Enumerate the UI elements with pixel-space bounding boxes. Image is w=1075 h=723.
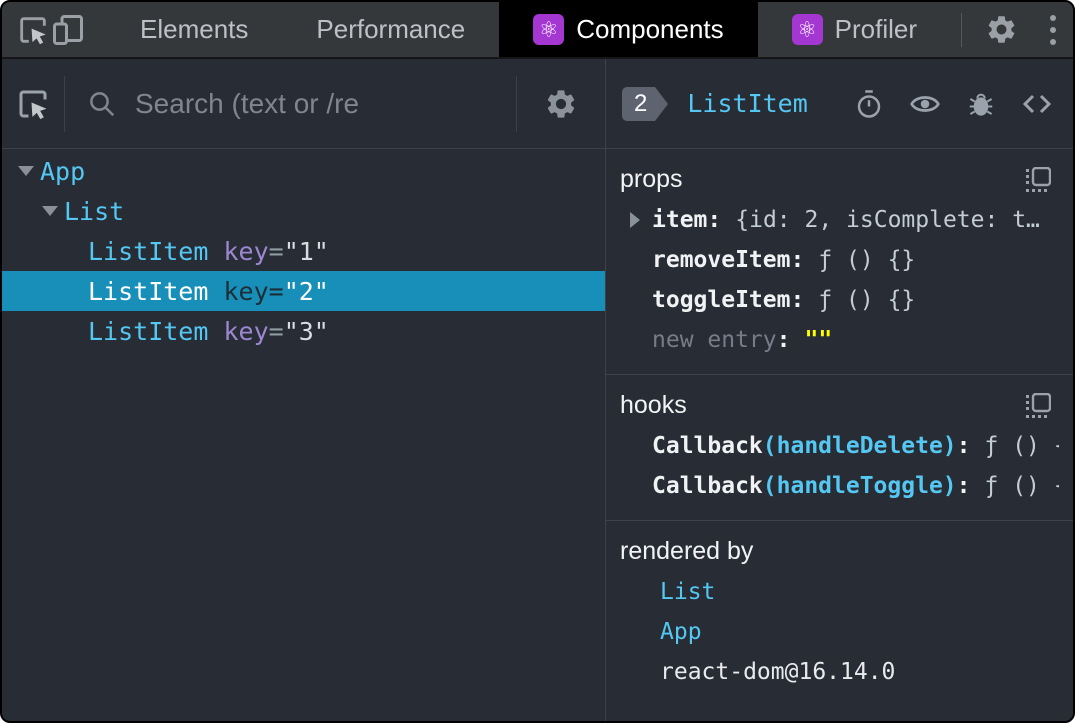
toolbar-separator bbox=[961, 12, 963, 47]
prop-value: ƒ () {} bbox=[818, 287, 916, 313]
inspect-element-icon[interactable] bbox=[16, 13, 50, 47]
inspector-header: 2 ListItem bbox=[606, 59, 1073, 149]
new-entry-key[interactable]: new entry bbox=[652, 327, 777, 353]
tree-toolbar bbox=[2, 59, 605, 149]
devtools-tab-bar: Elements Performance ⚛ Components ⚛ Prof… bbox=[2, 2, 1073, 59]
tab-label: Elements bbox=[140, 14, 249, 44]
prop-row-removeitem[interactable]: removeItem: ƒ () {} bbox=[616, 240, 1059, 280]
attr-equals: = bbox=[268, 236, 284, 266]
more-options-kebab-icon[interactable] bbox=[1030, 14, 1073, 45]
props-title: props bbox=[620, 165, 683, 193]
component-name: ListItem bbox=[88, 236, 209, 266]
tab-performance[interactable]: Performance bbox=[282, 2, 499, 57]
hooks-section: hooks Callback(handleDelete): ƒ () {} Ca… bbox=[606, 375, 1073, 521]
hook-arg: (handleDelete) bbox=[762, 433, 957, 459]
suspend-stopwatch-icon[interactable] bbox=[853, 88, 885, 120]
prop-row-item[interactable]: item: {id: 2, isComplete: t… bbox=[616, 200, 1059, 240]
prop-value: ƒ () {} bbox=[818, 247, 916, 273]
hook-name: Callback bbox=[652, 473, 763, 499]
colon: : bbox=[776, 327, 791, 353]
tab-profiler[interactable]: ⚛ Profiler bbox=[758, 2, 951, 57]
colon: : bbox=[956, 473, 971, 499]
prop-key: removeItem bbox=[652, 247, 791, 273]
view-source-code-icon[interactable] bbox=[1021, 88, 1053, 120]
inspector-actions bbox=[853, 88, 1053, 120]
components-panel: App List ListItem key="1" ListItem key="… bbox=[2, 59, 1073, 721]
search-icon bbox=[90, 91, 115, 116]
prop-key: toggleItem bbox=[652, 287, 791, 313]
tree-row-list[interactable]: List bbox=[2, 191, 605, 231]
props-section: props item: {id: 2, isComplete: t… remov… bbox=[606, 149, 1073, 375]
hook-value: ƒ () {} bbox=[984, 433, 1059, 459]
copy-hooks-icon[interactable] bbox=[1025, 392, 1051, 419]
attr-value: "3" bbox=[283, 316, 329, 346]
rendered-by-section: rendered by List App react-dom@16.14.0 bbox=[606, 521, 1073, 706]
colon: : bbox=[707, 207, 722, 233]
prop-key: item bbox=[652, 207, 708, 233]
expander-icon[interactable] bbox=[630, 212, 652, 228]
attr-name: key bbox=[223, 276, 269, 306]
pick-element-icon[interactable] bbox=[2, 86, 64, 122]
renderer-version: react-dom@16.14.0 bbox=[660, 659, 896, 685]
hook-row-handledelete[interactable]: Callback(handleDelete): ƒ () {} bbox=[616, 426, 1059, 466]
component-tree: App List ListItem key = "1" ListItem key = "… bbox=[2, 149, 605, 721]
hooks-title: hooks bbox=[620, 391, 687, 419]
attr-equals: = bbox=[268, 316, 284, 346]
device-toolbar-icon[interactable] bbox=[50, 12, 86, 48]
react-logo-icon: ⚛ bbox=[791, 14, 823, 45]
tree-row-listitem-2-selected[interactable]: ListItem key = "2" bbox=[2, 271, 605, 311]
component-tree-panel: App List ListItem key="1" ListItem key="… bbox=[2, 59, 606, 721]
search-bar bbox=[65, 87, 516, 120]
prop-value: {id: 2, isComplete: t… bbox=[735, 207, 1040, 233]
colon: : bbox=[790, 287, 805, 313]
tab-label: Performance bbox=[316, 14, 466, 44]
colon: : bbox=[956, 433, 971, 459]
component-name: ListItem bbox=[88, 316, 209, 346]
attr-name: key bbox=[223, 316, 269, 346]
tree-row-listitem-3[interactable]: ListItem key = "3" bbox=[2, 311, 605, 351]
tab-components[interactable]: ⚛ Components bbox=[499, 2, 758, 57]
hook-row-handletoggle[interactable]: Callback(handleToggle): ƒ () {} bbox=[616, 466, 1059, 506]
attr-value: "2" bbox=[283, 276, 329, 306]
rendered-by-title: rendered by bbox=[620, 537, 754, 565]
tab-label: Components bbox=[576, 14, 724, 44]
rendered-by-row-react-dom: react-dom@16.14.0 bbox=[616, 652, 1059, 692]
expander-icon[interactable] bbox=[42, 206, 64, 216]
prop-row-toggleitem[interactable]: toggleItem: ƒ () {} bbox=[616, 280, 1059, 320]
component-name: App bbox=[40, 156, 86, 186]
devtools-window: Elements Performance ⚛ Components ⚛ Prof… bbox=[0, 0, 1075, 723]
devtools-tabs: Elements Performance ⚛ Components ⚛ Prof… bbox=[106, 2, 951, 57]
topbar-right-controls bbox=[951, 12, 1073, 47]
tab-elements[interactable]: Elements bbox=[106, 2, 282, 57]
prop-row-new-entry[interactable]: new entry: "" bbox=[616, 320, 1059, 360]
inspect-dom-eye-icon[interactable] bbox=[909, 88, 941, 120]
inspector-panel: 2 ListItem props item: {id: 2, isComple… bbox=[606, 59, 1073, 721]
attr-equals: = bbox=[268, 276, 284, 306]
colon: : bbox=[790, 247, 805, 273]
rendered-by-row-list[interactable]: List bbox=[616, 572, 1059, 612]
debug-bug-icon[interactable] bbox=[965, 88, 997, 120]
settings-gear-icon[interactable] bbox=[972, 13, 1030, 46]
tree-row-app[interactable]: App bbox=[2, 151, 605, 191]
hook-value: ƒ () {} bbox=[984, 473, 1059, 499]
tree-settings-gear-icon[interactable] bbox=[517, 87, 605, 121]
rendered-by-row-app[interactable]: App bbox=[616, 612, 1059, 652]
component-name: List bbox=[64, 196, 125, 226]
attr-name: key bbox=[223, 236, 269, 266]
attr-value: "1" bbox=[283, 236, 329, 266]
owner-link[interactable]: App bbox=[660, 619, 702, 645]
hook-arg: (handleToggle) bbox=[762, 473, 957, 499]
new-entry-value[interactable]: "" bbox=[804, 327, 832, 353]
tree-row-listitem-1[interactable]: ListItem key = "1" bbox=[2, 231, 605, 271]
react-logo-icon: ⚛ bbox=[533, 14, 565, 45]
copy-props-icon[interactable] bbox=[1025, 166, 1051, 193]
owner-link[interactable]: List bbox=[660, 579, 715, 605]
tab-label: Profiler bbox=[834, 14, 918, 44]
owners-count-badge[interactable]: 2 bbox=[622, 86, 669, 121]
hook-name: Callback bbox=[652, 433, 763, 459]
component-name: ListItem bbox=[88, 276, 209, 306]
selected-component-title: ListItem bbox=[687, 89, 808, 118]
search-input[interactable] bbox=[135, 87, 516, 120]
expander-icon[interactable] bbox=[18, 166, 40, 176]
